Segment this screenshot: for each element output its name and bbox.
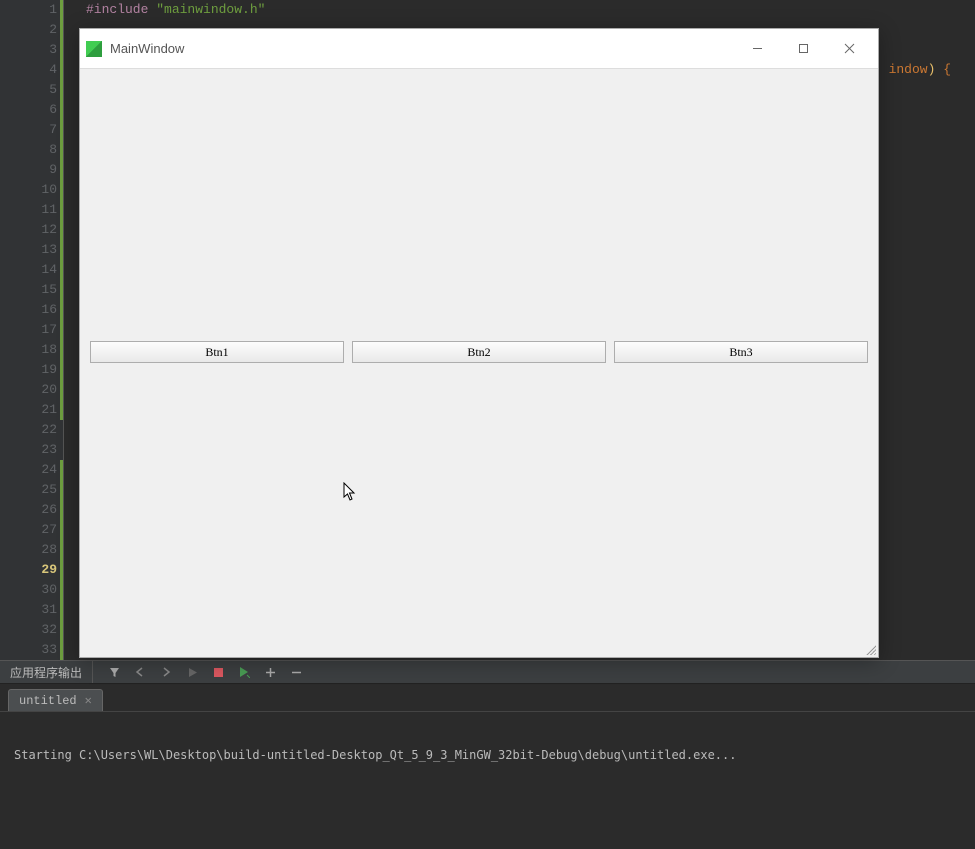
line-number[interactable]: 8 (0, 140, 63, 160)
run-disabled-icon[interactable] (185, 665, 199, 679)
qt-app-icon (86, 41, 102, 57)
code-line-1: #include "mainwindow.h" (86, 0, 975, 20)
line-number[interactable]: 5 (0, 80, 63, 100)
line-number[interactable]: 12 (0, 220, 63, 240)
stop-icon[interactable] (211, 665, 225, 679)
output-panel-header: 应用程序输出 (0, 660, 975, 684)
line-number[interactable]: 21 (0, 400, 63, 420)
close-button[interactable] (826, 34, 872, 64)
minus-icon[interactable] (289, 665, 303, 679)
line-number[interactable]: 1 (0, 0, 63, 20)
line-number[interactable]: 7 (0, 120, 63, 140)
window-title: MainWindow (110, 41, 734, 56)
window-client-area: Btn1 Btn2 Btn3 (80, 69, 878, 657)
line-number[interactable]: 10 (0, 180, 63, 200)
line-number[interactable]: 2 (0, 20, 63, 40)
output-toolbar (93, 665, 303, 679)
line-number[interactable]: 33 (0, 640, 63, 660)
output-tabs-row: untitled ✕ (0, 684, 975, 712)
line-number[interactable]: 3 (0, 40, 63, 60)
line-number[interactable]: 4 (0, 60, 63, 80)
line-number[interactable]: 19 (0, 360, 63, 380)
output-tab-label: untitled (19, 694, 77, 708)
line-number[interactable]: 23 (0, 440, 63, 460)
output-tab-untitled[interactable]: untitled ✕ (8, 689, 103, 711)
output-log[interactable]: Starting C:\Users\WL\Desktop\build-untit… (0, 712, 975, 849)
minimize-button[interactable] (734, 34, 780, 64)
maximize-button[interactable] (780, 34, 826, 64)
prev-icon[interactable] (133, 665, 147, 679)
line-number[interactable]: 15 (0, 280, 63, 300)
line-number[interactable]: 29 (0, 560, 63, 580)
line-number[interactable]: 26 (0, 500, 63, 520)
line-number[interactable]: 30 (0, 580, 63, 600)
line-number[interactable]: 6 (0, 100, 63, 120)
line-number[interactable]: 13 (0, 240, 63, 260)
window-titlebar[interactable]: MainWindow (80, 29, 878, 69)
button-row: Btn1 Btn2 Btn3 (90, 341, 868, 363)
line-number[interactable]: 16 (0, 300, 63, 320)
plus-icon[interactable] (263, 665, 277, 679)
line-number[interactable]: 18 (0, 340, 63, 360)
line-number[interactable]: 27 (0, 520, 63, 540)
line-number[interactable]: 14 (0, 260, 63, 280)
btn3[interactable]: Btn3 (614, 341, 868, 363)
line-number[interactable]: 31 (0, 600, 63, 620)
output-panel-title[interactable]: 应用程序输出 (0, 661, 93, 683)
filter-icon[interactable] (107, 665, 121, 679)
line-number[interactable]: 28 (0, 540, 63, 560)
line-number[interactable]: 25 (0, 480, 63, 500)
btn2[interactable]: Btn2 (352, 341, 606, 363)
window-control-buttons (734, 34, 872, 64)
line-number[interactable]: 20 (0, 380, 63, 400)
line-number[interactable]: 9 (0, 160, 63, 180)
line-number[interactable]: 32 (0, 620, 63, 640)
btn1[interactable]: Btn1 (90, 341, 344, 363)
tab-close-icon[interactable]: ✕ (85, 693, 92, 708)
line-number[interactable]: 22 (0, 420, 63, 440)
qt-app-window: MainWindow Btn1 Btn2 Btn3 (79, 28, 879, 658)
output-log-line: Starting C:\Users\WL\Desktop\build-untit… (14, 748, 961, 762)
resize-grip-icon[interactable] (864, 643, 876, 655)
line-number-gutter[interactable]: 1234567891011121314151617181920212223242… (0, 0, 64, 660)
line-number[interactable]: 24 (0, 460, 63, 480)
line-number[interactable]: 17 (0, 320, 63, 340)
rerun-icon[interactable] (237, 665, 251, 679)
line-number[interactable]: 11 (0, 200, 63, 220)
next-icon[interactable] (159, 665, 173, 679)
